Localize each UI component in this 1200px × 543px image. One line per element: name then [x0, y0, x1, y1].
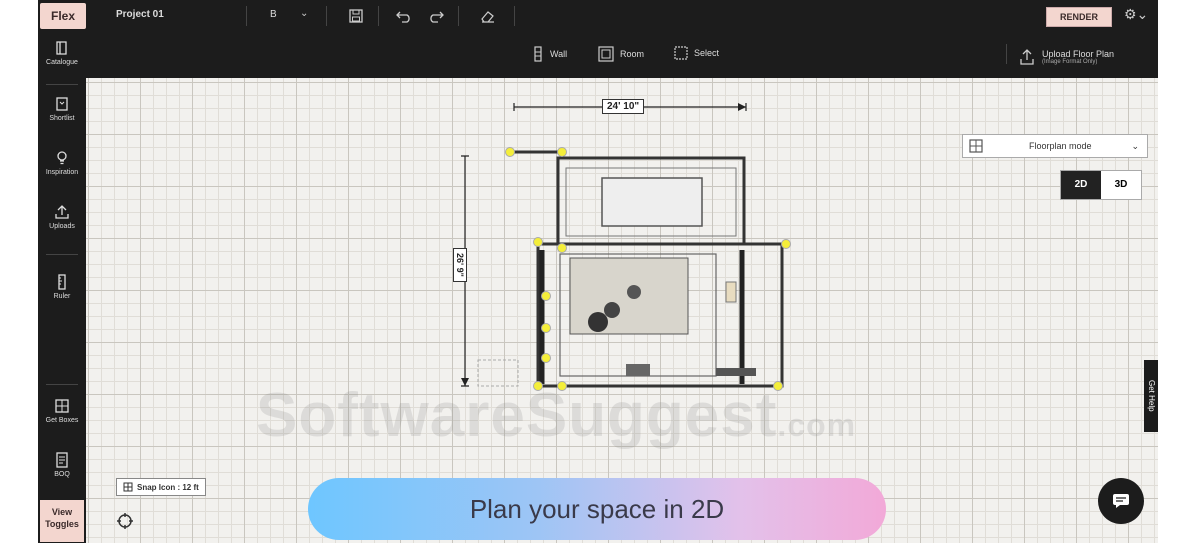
divider	[514, 6, 515, 26]
sidebar-item-label: Ruler	[53, 293, 71, 300]
room-tool[interactable]: Room	[598, 46, 644, 62]
divider	[246, 6, 247, 26]
render-button[interactable]: RENDER	[1046, 7, 1112, 27]
snap-label: Snap Icon : 12 ft	[137, 482, 199, 492]
upload-floor-plan-button[interactable]: Upload Floor Plan (Image Format Only)	[1020, 49, 1114, 65]
watermark-text: SoftwareSuggest	[256, 381, 778, 450]
bulb-icon	[57, 151, 67, 165]
select-tool-label: Select	[694, 48, 720, 58]
sidebar-item-label: Catalogue	[46, 59, 78, 66]
width-dimension-label[interactable]: 24' 10"	[602, 99, 645, 114]
view-mode-toggle: 2D 3D	[1060, 170, 1142, 200]
dropdown-value: Floorplan mode	[1028, 141, 1092, 151]
undo-icon[interactable]	[394, 6, 414, 26]
sidebar-item-label: Uploads	[49, 223, 75, 230]
divider	[46, 84, 78, 85]
wall-icon	[534, 46, 542, 62]
list-icon	[56, 452, 68, 468]
boxes-icon	[55, 399, 69, 413]
view-toggles-button[interactable]: View Toggles	[40, 500, 84, 542]
sidebar-item-get-boxes[interactable]: Get Boxes	[38, 398, 86, 424]
sidebar-item-label: BOQ	[54, 471, 70, 478]
room-tool-label: Room	[620, 49, 645, 59]
divider	[46, 384, 78, 385]
sidebar-item-ruler[interactable]: Ruler	[38, 274, 86, 300]
view-3d-button[interactable]: 3D	[1101, 171, 1141, 199]
redo-icon[interactable]	[426, 6, 446, 26]
app-window: Flex Project 01 B ⌄ RENDER ⚙⌄ Wall Room …	[38, 0, 1158, 543]
sidebar-item-boq[interactable]: BOQ	[38, 452, 86, 478]
tool-bar: Wall Room Select Upload Floor Plan (Imag…	[76, 32, 1158, 78]
room-icon	[598, 46, 614, 62]
bookmark-icon	[56, 97, 68, 111]
divider	[1006, 44, 1007, 64]
select-icon	[674, 46, 688, 60]
floor-select-value[interactable]: B	[270, 9, 277, 20]
sidebar-item-catalogue[interactable]: Catalogue	[38, 40, 86, 66]
chevron-down-icon: ⌄	[1131, 140, 1139, 151]
sidebar-item-inspiration[interactable]: Inspiration	[38, 150, 86, 176]
save-icon[interactable]	[346, 6, 366, 26]
wall-tool[interactable]: Wall	[532, 46, 567, 62]
upload-icon	[1020, 49, 1034, 65]
gear-icon[interactable]: ⚙⌄	[1124, 6, 1148, 23]
recenter-icon[interactable]	[116, 512, 134, 530]
get-help-label: Get Help	[1147, 380, 1156, 412]
app-logo[interactable]: Flex	[40, 3, 86, 29]
sidebar-item-shortlist[interactable]: Shortlist	[38, 96, 86, 122]
plan-banner: Plan your space in 2D	[308, 478, 886, 540]
layers-icon	[969, 139, 983, 153]
floorplan-canvas[interactable]: 24' 10" 26' 9" 2D 3D Floorplan mode ⌄ Ge…	[86, 78, 1158, 543]
sidebar-item-label: Get Boxes	[45, 417, 79, 424]
floorplan-mode-dropdown[interactable]: Floorplan mode ⌄	[962, 134, 1148, 158]
chat-button[interactable]	[1098, 478, 1144, 524]
snap-icon	[123, 482, 133, 492]
watermark: SoftwareSuggest.com	[256, 380, 856, 451]
sidebar-item-uploads[interactable]: Uploads	[38, 204, 86, 230]
project-name[interactable]: Project 01	[116, 9, 164, 20]
upload-icon	[55, 205, 69, 219]
left-sidebar: Catalogue Shortlist Inspiration Uploads …	[38, 32, 86, 543]
get-help-tab[interactable]: Get Help	[1144, 360, 1158, 432]
book-icon	[56, 41, 67, 55]
upload-subtitle: (Image Format Only)	[1042, 59, 1098, 65]
wall-tool-label: Wall	[550, 49, 568, 59]
sidebar-item-label: Shortlist	[49, 115, 75, 122]
divider	[46, 254, 78, 255]
select-tool[interactable]: Select	[674, 46, 719, 60]
eraser-icon[interactable]	[478, 6, 498, 26]
sidebar-item-label: Inspiration	[45, 169, 79, 176]
snap-indicator[interactable]: Snap Icon : 12 ft	[116, 478, 206, 496]
chevron-down-icon[interactable]: ⌄	[300, 8, 308, 19]
height-dimension-label[interactable]: 26' 9"	[453, 248, 467, 282]
chat-icon	[1113, 494, 1129, 508]
ruler-icon	[58, 274, 66, 290]
divider	[458, 6, 459, 26]
watermark-tld: .com	[777, 407, 857, 443]
view-2d-button[interactable]: 2D	[1061, 171, 1101, 199]
divider	[326, 6, 327, 26]
divider	[378, 6, 379, 26]
top-bar: Flex Project 01 B ⌄ RENDER ⚙⌄	[38, 0, 1158, 32]
upload-title: Upload Floor Plan	[1042, 49, 1115, 59]
